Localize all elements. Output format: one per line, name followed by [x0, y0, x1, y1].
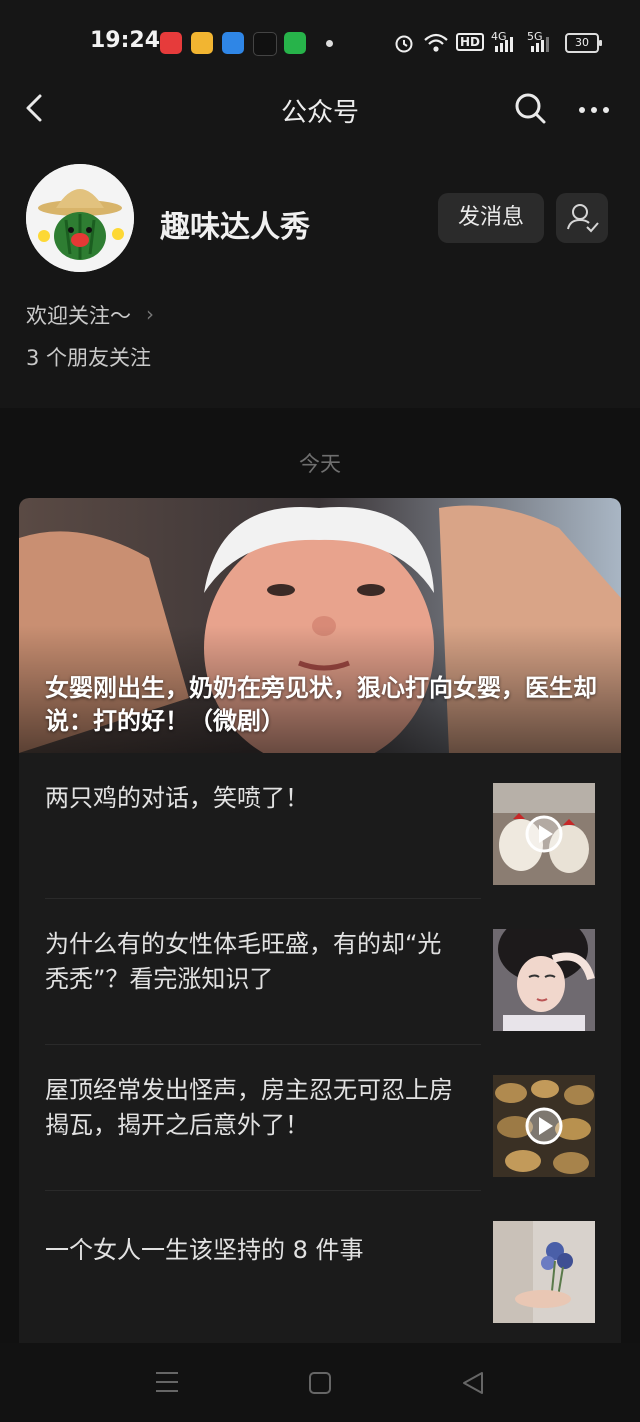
- roof-animals-thumbnail-image: [493, 1075, 595, 1177]
- battery-indicator: 30: [565, 33, 602, 53]
- signal-bars-icon: [495, 37, 513, 52]
- list-item[interactable]: 屋顶经常发出怪声，房主忍无可忍上房揭瓦，揭开之后意外了！: [19, 1045, 621, 1191]
- watermelon-avatar-image: [26, 164, 134, 272]
- list-item[interactable]: 两只鸡的对话，笑喷了！: [19, 753, 621, 899]
- hd-badge: HD: [456, 33, 485, 51]
- article-title: 两只鸡的对话，笑喷了！: [45, 784, 309, 812]
- top-nav-bar: 公众号: [0, 86, 640, 132]
- flowers-hand-thumbnail-image: [493, 1221, 595, 1323]
- article-title: 屋顶经常发出怪声，房主忍无可忍上房揭瓦，揭开之后意外了！: [45, 1076, 453, 1139]
- system-back-icon[interactable]: [460, 1370, 486, 1396]
- date-separator: 今天: [299, 452, 341, 476]
- article-thumbnail: [493, 1075, 595, 1177]
- hero-article[interactable]: 女婴刚出生，奶奶在旁见状，狠心打向女婴，医生却说：打的好！（微剧）: [19, 498, 621, 753]
- list-item[interactable]: 为什么有的女性体毛旺盛，有的却“光秃秃”？看完涨知识了: [19, 899, 621, 1045]
- system-nav-bar: [0, 1343, 640, 1422]
- user-check-icon: [567, 204, 599, 233]
- recent-apps-icon[interactable]: [152, 1369, 182, 1395]
- woman-portrait-thumbnail-image: [493, 929, 595, 1031]
- article-title: 一个女人一生该坚持的 8 件事: [45, 1236, 364, 1264]
- account-profile: 趣味达人秀 发消息 欢迎关注～ › 3 个朋友关注: [0, 132, 640, 408]
- account-name: 趣味达人秀: [160, 210, 310, 245]
- browser-icon: [222, 32, 244, 54]
- hero-article-title: 女婴刚出生，奶奶在旁见状，狠心打向女婴，医生却说：打的好！（微剧）: [45, 674, 597, 735]
- search-icon[interactable]: [512, 90, 548, 126]
- wifi-icon: [424, 33, 448, 52]
- more-notifications-dot: [326, 40, 333, 47]
- article-card: 女婴刚出生，奶奶在旁见状，狠心打向女婴，医生却说：打的好！（微剧） 两只鸡的对话…: [19, 498, 621, 1358]
- send-message-button[interactable]: 发消息: [438, 193, 544, 243]
- article-thumbnail: [493, 929, 595, 1031]
- status-time: 19:24: [90, 28, 161, 53]
- weibo-icon: [191, 32, 213, 54]
- home-icon[interactable]: [308, 1371, 332, 1395]
- status-bar: 19:24 HD 4G 5G 30: [0, 0, 640, 86]
- profile-settings-button[interactable]: [556, 193, 608, 243]
- article-thumbnail: [493, 783, 595, 885]
- chevron-right-icon[interactable]: ›: [146, 302, 154, 326]
- welcome-text[interactable]: 欢迎关注～: [26, 300, 131, 330]
- signal-bars-icon: [531, 37, 549, 52]
- list-item[interactable]: 一个女人一生该坚持的 8 件事: [19, 1191, 621, 1337]
- friends-following-text[interactable]: 3 个朋友关注: [26, 342, 151, 372]
- avatar[interactable]: [26, 164, 134, 272]
- tiktok-icon: [253, 32, 277, 56]
- chickens-thumbnail-image: [493, 783, 595, 885]
- wechat-plugin-icon: [284, 32, 306, 54]
- toutiao-icon: [160, 32, 182, 54]
- article-thumbnail: [493, 1221, 595, 1323]
- more-options-icon[interactable]: [576, 90, 612, 126]
- alarm-icon: [395, 35, 413, 53]
- article-title: 为什么有的女性体毛旺盛，有的却“光秃秃”？看完涨知识了: [45, 930, 442, 993]
